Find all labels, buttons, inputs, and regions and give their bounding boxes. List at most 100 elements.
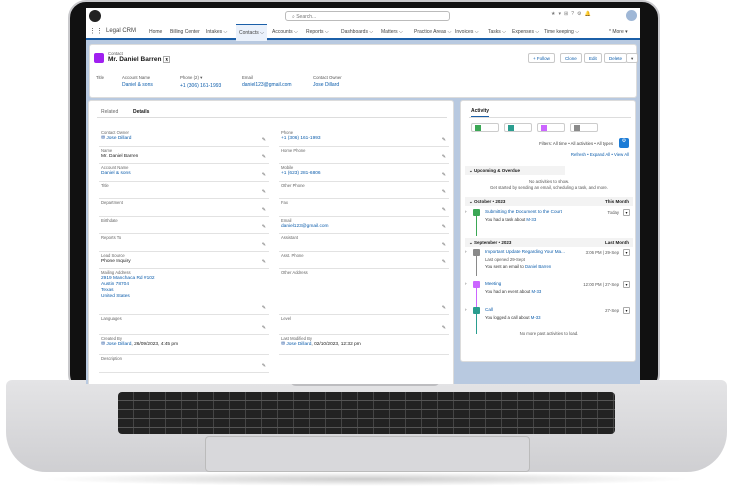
- nav-item[interactable]: Practice Areas ⌵: [414, 29, 451, 35]
- activity-title-link[interactable]: Important Update Regarding Your Ma...: [485, 249, 565, 254]
- shadow: [40, 472, 693, 486]
- highlight-value[interactable]: daniel123@gmail.com: [242, 82, 292, 88]
- nav-item[interactable]: Invoices ⌵: [455, 29, 479, 35]
- edit-pencil-icon[interactable]: ✎: [442, 224, 446, 230]
- edit-pencil-icon[interactable]: ✎: [442, 137, 446, 143]
- app-launcher-icon[interactable]: ⋮⋮: [89, 27, 103, 35]
- tab-related[interactable]: Related: [101, 109, 118, 115]
- september-section[interactable]: ⌄ September • 2023 Last Month: [465, 238, 633, 247]
- nav-item[interactable]: Expenses ⌵: [512, 29, 539, 35]
- view-all-link[interactable]: View All: [614, 152, 629, 157]
- nav-item[interactable]: Accounts ⌵: [272, 29, 298, 35]
- ref-link[interactable]: M-33: [526, 217, 536, 222]
- edit-pencil-icon[interactable]: ✎: [262, 305, 266, 311]
- email-button[interactable]: [570, 123, 598, 132]
- ref-link[interactable]: M-33: [531, 289, 541, 294]
- ref-link[interactable]: Daniel Barren: [525, 264, 551, 269]
- value-text[interactable]: +1 (623) 281-6806: [281, 171, 321, 176]
- field-label: Account Name: [101, 165, 129, 170]
- item-menu-button[interactable]: ▾: [623, 209, 630, 216]
- edit-pencil-icon[interactable]: ✎: [442, 207, 446, 213]
- activity-panel: Activity Filters: All time • All activit…: [460, 100, 636, 362]
- action-button[interactable]: + Follow: [528, 53, 555, 63]
- nav-item[interactable]: * More ▾: [609, 29, 628, 35]
- edit-pencil-icon[interactable]: ✎: [262, 242, 266, 248]
- edit-pencil-icon[interactable]: ✎: [442, 259, 446, 265]
- value-text[interactable]: +1 (306) 161-1993: [281, 136, 321, 141]
- edit-pencil-icon[interactable]: ✎: [442, 172, 446, 178]
- nav-item[interactable]: Home: [149, 29, 162, 35]
- nav-item[interactable]: Time keeping ⌵: [544, 29, 579, 35]
- timeline-line: [476, 216, 477, 236]
- edit-pencil-icon[interactable]: ✎: [442, 189, 446, 195]
- value-text[interactable]: Daniel & sons: [101, 171, 131, 176]
- nav-item[interactable]: Tasks ⌵: [488, 29, 506, 35]
- value-text[interactable]: Jose Dillard: [106, 136, 131, 141]
- field-asst-phone: Asst. Phone ✎: [279, 252, 449, 269]
- nav-item[interactable]: Reports ⌵: [306, 29, 329, 35]
- edit-pencil-icon[interactable]: ✎: [262, 259, 266, 265]
- field-fax: Fax ✎: [279, 199, 449, 217]
- new-task-button[interactable]: [471, 123, 499, 132]
- activity-title-link[interactable]: Meeting: [485, 281, 501, 286]
- expand-chevron-icon[interactable]: ›: [465, 209, 467, 214]
- action-button[interactable]: Edit: [584, 53, 602, 63]
- nav-item[interactable]: Contacts ⌵: [236, 24, 267, 41]
- field-department: Department ✎: [99, 199, 269, 217]
- field-label: Contact Owner: [101, 130, 129, 135]
- item-menu-button[interactable]: ▾: [623, 249, 630, 256]
- hierarchy-icon[interactable]: ⊼: [163, 56, 171, 63]
- expand-chevron-icon[interactable]: ›: [465, 249, 467, 254]
- value-text[interactable]: 2919 Manchaca Rd #102 Austin 78704 Texas…: [101, 276, 155, 299]
- edit-pencil-icon[interactable]: ✎: [262, 137, 266, 143]
- nav-item[interactable]: Matters ⌵: [381, 29, 403, 35]
- field-value: Mr. Daniel Barren: [101, 154, 138, 160]
- item-menu-button[interactable]: ▾: [623, 307, 630, 314]
- value-text[interactable]: daniel123@gmail.com: [281, 224, 329, 229]
- edit-pencil-icon[interactable]: ✎: [262, 189, 266, 195]
- edit-pencil-icon[interactable]: ✎: [262, 172, 266, 178]
- settings-gear-icon[interactable]: ⚙: [619, 138, 629, 148]
- edit-pencil-icon[interactable]: ✎: [442, 305, 446, 311]
- highlight-value[interactable]: +1 (306) 161-1993: [180, 83, 221, 89]
- keyboard: [118, 392, 615, 434]
- expand-chevron-icon[interactable]: ›: [465, 281, 467, 286]
- new-event-button[interactable]: [537, 123, 565, 132]
- nav-item[interactable]: Billing Center: [170, 29, 200, 35]
- value-text[interactable]: Jose Dillard: [106, 342, 131, 347]
- october-section[interactable]: ⌄ October • 2023 This Month: [465, 197, 633, 206]
- edit-pencil-icon[interactable]: ✎: [262, 207, 266, 213]
- edit-pencil-icon[interactable]: ✎: [262, 224, 266, 230]
- upcoming-section[interactable]: ⌄ Upcoming & Overdue: [465, 166, 565, 175]
- edit-pencil-icon[interactable]: ✎: [262, 325, 266, 331]
- field-label: Last Modified By: [281, 336, 312, 341]
- log-call-button[interactable]: [504, 123, 532, 132]
- search-input[interactable]: ⌕ Search...: [285, 11, 450, 21]
- refresh-link[interactable]: Refresh: [571, 152, 586, 157]
- favorites-icon[interactable]: ★▾: [551, 11, 564, 17]
- highlight-value[interactable]: Daniel & sons: [122, 82, 153, 88]
- sub-text: You had an event about: [485, 289, 531, 294]
- item-menu-button[interactable]: ▾: [623, 281, 630, 288]
- action-button[interactable]: Delete: [604, 53, 628, 63]
- expand-chevron-icon[interactable]: ›: [465, 307, 467, 312]
- edit-pencil-icon[interactable]: ✎: [262, 363, 266, 369]
- activity-title-link[interactable]: Call: [485, 307, 493, 312]
- action-button[interactable]: Clone: [560, 53, 582, 63]
- edit-pencil-icon[interactable]: ✎: [442, 325, 446, 331]
- value-text[interactable]: Jose Dillard: [286, 342, 311, 347]
- edit-pencil-icon[interactable]: ✎: [442, 154, 446, 160]
- ref-link[interactable]: M-33: [531, 315, 541, 320]
- more-actions-button[interactable]: ▾: [626, 53, 639, 63]
- avatar[interactable]: [626, 10, 637, 21]
- expand-all-link[interactable]: Expand All: [590, 152, 610, 157]
- field-email: Email daniel123@gmail.com ✎: [279, 217, 449, 234]
- nav-item[interactable]: Dashboards ⌵: [341, 29, 373, 35]
- edit-pencil-icon[interactable]: ✎: [442, 242, 446, 248]
- edit-pencil-icon[interactable]: ✎: [262, 154, 266, 160]
- activity-title-link[interactable]: Submitting the Document to the Court: [485, 209, 562, 214]
- bell-icon[interactable]: 🔔: [584, 11, 593, 17]
- highlight-value[interactable]: Jose Dillard: [313, 82, 342, 88]
- nav-item[interactable]: Intakes ⌵: [206, 29, 227, 35]
- header-icons[interactable]: ★▾⊞?⚙🔔: [551, 11, 594, 17]
